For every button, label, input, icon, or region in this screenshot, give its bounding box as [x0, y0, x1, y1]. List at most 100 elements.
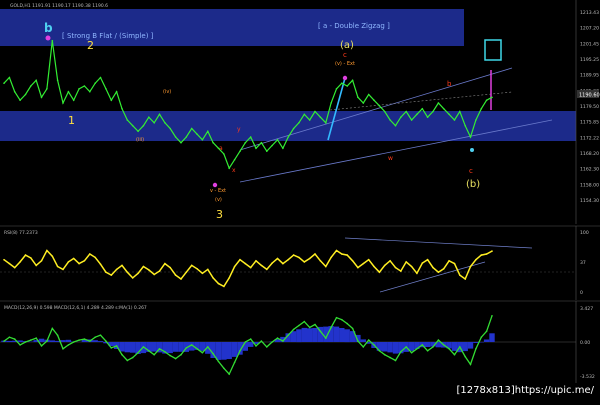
rsi-axis-ticks: 100370 [580, 230, 589, 296]
macd-histogram-bar [291, 331, 296, 342]
macd-point [277, 337, 279, 339]
rsi-point [169, 267, 171, 269]
price-point [89, 91, 91, 93]
price-point [277, 139, 279, 141]
price-point [320, 116, 322, 118]
price-point [416, 114, 418, 116]
price-point [116, 91, 118, 93]
macd-histogram-bar [200, 342, 205, 351]
price-point [384, 111, 386, 113]
price-point [443, 108, 445, 110]
price-point [3, 82, 5, 84]
macd-point [357, 340, 359, 342]
macd-point [373, 344, 375, 346]
price-point [186, 136, 188, 138]
rsi-point [379, 271, 381, 273]
macd-point [62, 348, 64, 350]
price-point [314, 111, 316, 113]
price-point [180, 142, 182, 144]
chart-window: GOLD,H1 1191.91 1190.17 1190.38 1190.6 [… [0, 0, 600, 401]
price-point [137, 131, 139, 133]
macd-histogram-bar [232, 342, 237, 357]
rsi-point [52, 255, 54, 257]
price-point [239, 150, 241, 152]
price-tick-label: 1162.30 [580, 167, 599, 173]
price-point [228, 167, 230, 169]
macd-point [207, 346, 209, 348]
price-point [218, 148, 220, 150]
macd-point [234, 362, 236, 364]
wave-marker-v-low [213, 183, 217, 187]
price-point [100, 77, 102, 79]
price-point [293, 128, 295, 130]
rsi-point [30, 257, 32, 259]
price-point [234, 159, 236, 161]
rsi-point [239, 259, 241, 261]
price-point [330, 102, 332, 104]
price-tick-label: 1168.20 [580, 151, 599, 157]
price-point [46, 88, 48, 90]
macd-point [84, 338, 86, 340]
macd-point [309, 327, 311, 329]
wave-label-v: (v) [215, 197, 222, 203]
macd-histogram-bar [302, 328, 307, 342]
macd-point [9, 336, 11, 338]
rsi-point [255, 260, 257, 262]
macd-point [363, 346, 365, 348]
rsi-point [384, 265, 386, 267]
rsi-point [223, 286, 225, 288]
macd-histogram-bar [296, 329, 301, 342]
price-point [309, 119, 311, 121]
rsi-point [314, 253, 316, 255]
rsi-point [105, 271, 107, 273]
rsi-point [57, 266, 59, 268]
macd-point [459, 346, 461, 348]
rsi-point [245, 263, 247, 265]
rsi-point [228, 277, 230, 279]
macd-point [395, 360, 397, 362]
macd-point [481, 336, 483, 338]
price-point [470, 136, 472, 138]
macd-histogram-bar [473, 342, 478, 343]
rsi-point [481, 254, 483, 256]
macd-point [159, 348, 161, 350]
rsi-point [14, 267, 16, 269]
macd-histogram-bar [227, 342, 232, 359]
price-tick-label: 1201.45 [580, 41, 599, 47]
wave-label-c-top: c [343, 51, 347, 59]
price-point [127, 119, 129, 121]
price-point [73, 99, 75, 101]
macd-point [19, 344, 21, 346]
rsi-point [373, 266, 375, 268]
macd-point [137, 352, 139, 354]
macd-point [78, 339, 80, 341]
rsi-point [277, 258, 279, 260]
price-point [491, 97, 493, 99]
macd-histogram-bar [152, 342, 157, 352]
rsi-point [35, 265, 37, 267]
rsi-point [84, 260, 86, 262]
wave-label-v-ext: v - Ext [210, 188, 226, 194]
macd-point [3, 340, 5, 342]
price-point [223, 153, 225, 155]
macd-point [346, 323, 348, 325]
macd-point [89, 340, 91, 342]
macd-point [368, 339, 370, 341]
macd-histogram-bar [425, 342, 430, 347]
price-point [486, 99, 488, 101]
rsi-point [320, 260, 322, 262]
price-point [202, 139, 204, 141]
price-point [400, 116, 402, 118]
macd-histogram-bar [216, 342, 221, 360]
macd-histogram-bar [484, 340, 489, 343]
rsi-point [454, 263, 456, 265]
macd-histogram-bar [409, 342, 414, 351]
macd-point [400, 351, 402, 353]
rsi-point [159, 270, 161, 272]
price-point [271, 145, 273, 147]
price-point [389, 119, 391, 121]
macd-histogram-bar [50, 340, 55, 342]
rsi-point [19, 261, 21, 263]
rsi-point [325, 266, 327, 268]
price-point [422, 108, 424, 110]
